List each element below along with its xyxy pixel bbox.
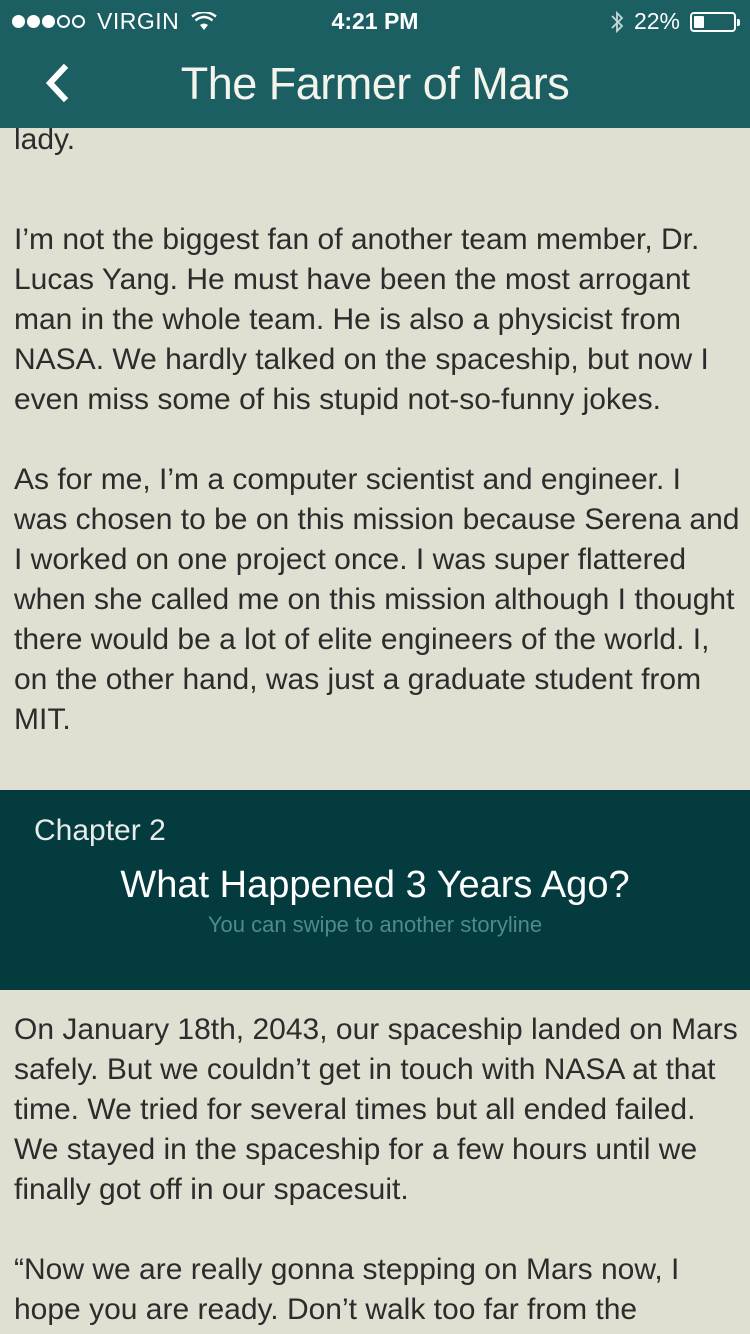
battery-percent: 22% — [633, 8, 680, 34]
chapter-header[interactable]: Chapter 2 What Happened 3 Years Ago? You… — [0, 790, 750, 990]
status-right: 22% — [610, 8, 740, 35]
swipe-hint: You can swipe to another storyline — [207, 912, 543, 937]
story-paragraph: As for me, I’m a computer scientist and … — [14, 463, 740, 736]
status-bar: VIRGIN 4:21 PM 22% — [0, 0, 750, 40]
chapter-paragraph: On January 18th, 2043, our spaceship lan… — [14, 1013, 738, 1206]
bluetooth-icon — [611, 10, 624, 33]
battery-icon — [690, 11, 740, 32]
chapter-title: What Happened 3 Years Ago? — [120, 864, 630, 906]
top-bar: VIRGIN 4:21 PM 22% The Farmer of Mars — [0, 0, 750, 128]
page-title: The Farmer of Mars — [180, 58, 570, 109]
story-paragraph: I’m not the biggest fan of another team … — [14, 223, 709, 416]
nav-bar: The Farmer of Mars — [0, 40, 750, 128]
chapter-paragraph: “Now we are really gonna stepping on Mar… — [14, 1253, 680, 1326]
chapter-number: Chapter 2 — [34, 814, 166, 847]
